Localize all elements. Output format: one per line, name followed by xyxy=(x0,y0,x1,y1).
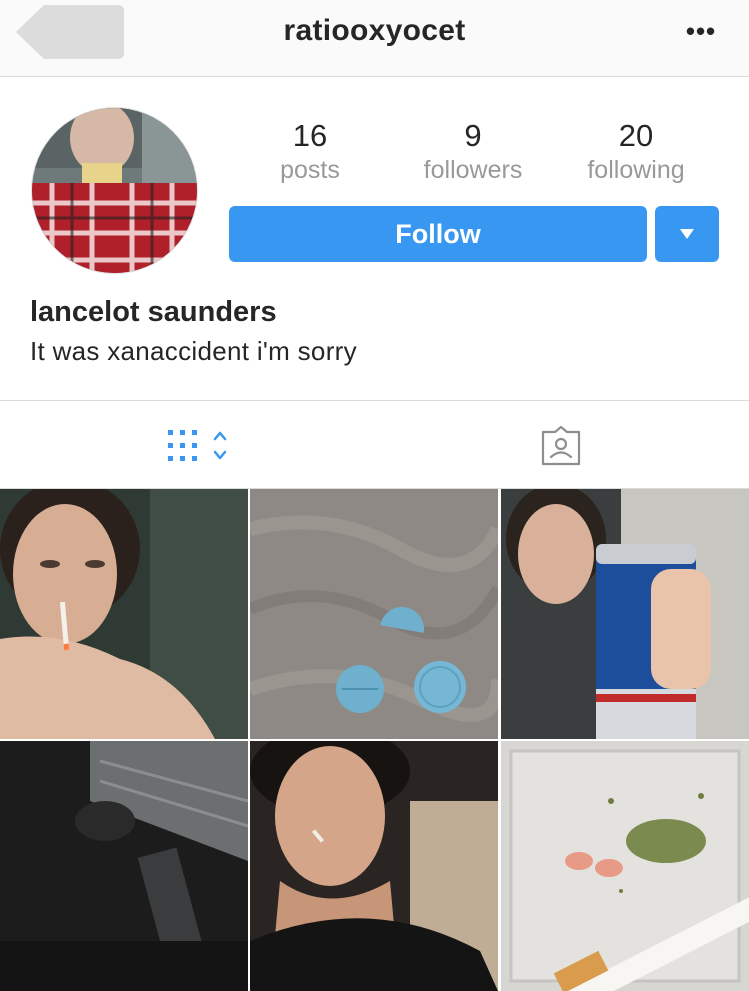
follow-button[interactable]: Follow xyxy=(229,206,647,262)
profile-stats: 16 posts 9 followers 20 following xyxy=(229,117,719,187)
grid-view-icon xyxy=(168,430,227,461)
tab-grid-view[interactable] xyxy=(166,428,232,464)
following-label: following xyxy=(587,156,685,184)
post-thumbnail-1[interactable] xyxy=(0,489,248,739)
following-stat[interactable]: 20 following xyxy=(556,117,716,185)
tagged-photos-icon xyxy=(541,425,581,466)
more-options-icon[interactable]: ••• xyxy=(683,16,719,46)
posts-label: posts xyxy=(280,156,340,184)
profile-full-name: lancelot saunders xyxy=(30,296,277,328)
post-thumbnail-2[interactable] xyxy=(250,489,498,739)
followers-label: followers xyxy=(423,156,523,184)
top-nav-bar: ratiooxyocet ••• xyxy=(0,0,749,77)
post-thumbnail-5[interactable] xyxy=(250,741,498,991)
caret-down-icon xyxy=(680,229,694,239)
posts-grid xyxy=(0,489,749,991)
followers-count: 9 xyxy=(464,118,482,153)
profile-view-tabs xyxy=(0,400,749,489)
followers-stat[interactable]: 9 followers xyxy=(393,117,553,185)
post-thumbnail-6[interactable] xyxy=(501,741,749,991)
posts-count: 16 xyxy=(292,118,328,153)
profile-avatar[interactable] xyxy=(31,107,198,274)
suggestions-dropdown-button[interactable] xyxy=(655,206,719,262)
following-count: 20 xyxy=(618,118,654,153)
profile-bio: It was xanaccident i'm sorry xyxy=(30,336,357,366)
post-thumbnail-4[interactable] xyxy=(0,741,248,991)
profile-username-title: ratiooxyocet xyxy=(283,14,466,47)
tab-tagged-photos[interactable] xyxy=(540,425,582,466)
posts-stat[interactable]: 16 posts xyxy=(230,117,390,185)
post-thumbnail-3[interactable] xyxy=(501,489,749,739)
